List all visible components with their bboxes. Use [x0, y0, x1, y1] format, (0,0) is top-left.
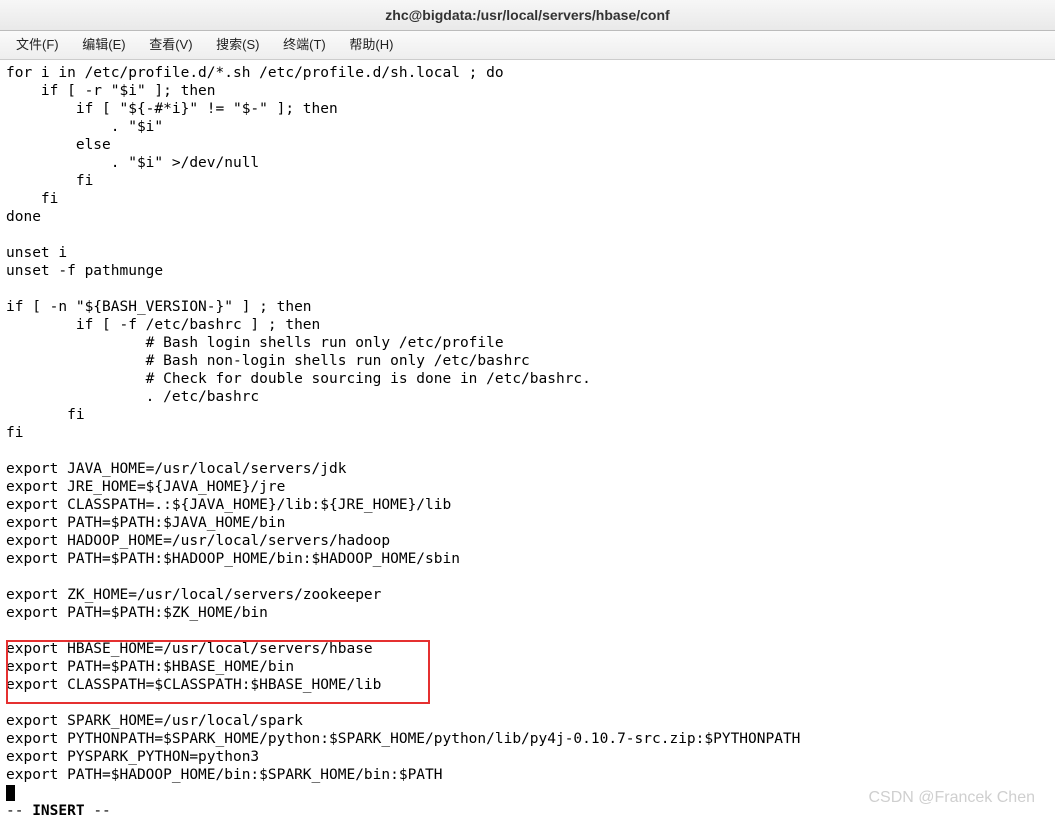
code-line: . "$i" >/dev/null [6, 155, 259, 171]
vim-status-line: -- INSERT -- [6, 803, 111, 819]
code-line: export JAVA_HOME=/usr/local/servers/jdk [6, 461, 346, 477]
code-line: fi [6, 173, 93, 189]
code-line: fi [6, 191, 58, 207]
code-line: unset -f pathmunge [6, 263, 163, 279]
text-cursor [6, 785, 15, 801]
code-line: # Bash non-login shells run only /etc/ba… [6, 353, 530, 369]
menu-bar: 文件(F) 编辑(E) 查看(V) 搜索(S) 终端(T) 帮助(H) [0, 31, 1055, 60]
code-line: # Check for double sourcing is done in /… [6, 371, 591, 387]
code-line: export PYSPARK_PYTHON=python3 [6, 749, 259, 765]
code-line: export HADOOP_HOME=/usr/local/servers/ha… [6, 533, 390, 549]
code-line: if [ -n "${BASH_VERSION-}" ] ; then [6, 299, 312, 315]
code-line: export PATH=$PATH:$ZK_HOME/bin [6, 605, 268, 621]
code-line: export SPARK_HOME=/usr/local/spark [6, 713, 303, 729]
code-line: . /etc/bashrc [6, 389, 259, 405]
code-line: export CLASSPATH=$CLASSPATH:$HBASE_HOME/… [6, 677, 381, 693]
status-suffix: -- [85, 803, 111, 819]
menu-search[interactable]: 搜索(S) [206, 31, 269, 59]
code-line: else [6, 137, 111, 153]
code-line: if [ -f /etc/bashrc ] ; then [6, 317, 320, 333]
menu-help[interactable]: 帮助(H) [339, 31, 403, 59]
code-line: if [ -r "$i" ]; then [6, 83, 216, 99]
code-line: export JRE_HOME=${JAVA_HOME}/jre [6, 479, 285, 495]
code-line: export PYTHONPATH=$SPARK_HOME/python:$SP… [6, 731, 800, 747]
code-line: export PATH=$PATH:$JAVA_HOME/bin [6, 515, 285, 531]
window-title-bar: zhc@bigdata:/usr/local/servers/hbase/con… [0, 0, 1055, 31]
menu-view[interactable]: 查看(V) [139, 31, 202, 59]
code-line: if [ "${-#*i}" != "$-" ]; then [6, 101, 338, 117]
code-line: # Bash login shells run only /etc/profil… [6, 335, 504, 351]
menu-file[interactable]: 文件(F) [6, 31, 69, 59]
window-title: zhc@bigdata:/usr/local/servers/hbase/con… [385, 7, 669, 23]
code-line: export PATH=$PATH:$HADOOP_HOME/bin:$HADO… [6, 551, 460, 567]
status-prefix: -- [6, 803, 32, 819]
code-line: for i in /etc/profile.d/*.sh /etc/profil… [6, 65, 504, 81]
code-line: fi [6, 425, 23, 441]
code-line: fi [6, 407, 85, 423]
menu-edit[interactable]: 编辑(E) [72, 31, 135, 59]
terminal-content[interactable]: for i in /etc/profile.d/*.sh /etc/profil… [0, 60, 1055, 820]
code-line: export PATH=$PATH:$HBASE_HOME/bin [6, 659, 294, 675]
menu-terminal[interactable]: 终端(T) [273, 31, 336, 59]
code-line: export HBASE_HOME=/usr/local/servers/hba… [6, 641, 373, 657]
code-line: unset i [6, 245, 67, 261]
code-line: done [6, 209, 41, 225]
code-line: . "$i" [6, 119, 163, 135]
status-mode: INSERT [32, 803, 84, 819]
code-line: export CLASSPATH=.:${JAVA_HOME}/lib:${JR… [6, 497, 451, 513]
code-line: export ZK_HOME=/usr/local/servers/zookee… [6, 587, 381, 603]
code-line: export PATH=$HADOOP_HOME/bin:$SPARK_HOME… [6, 767, 443, 783]
